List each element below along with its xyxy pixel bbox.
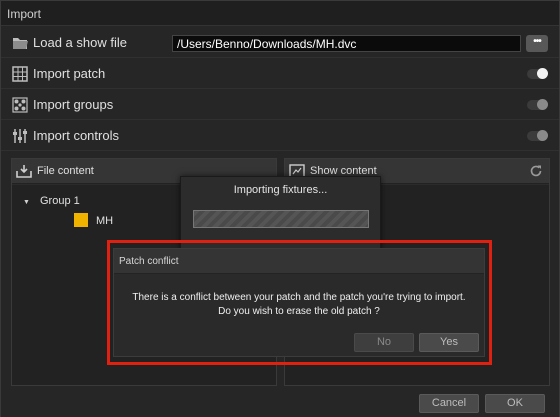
import-controls-toggle[interactable] (527, 130, 548, 141)
fixture-color-swatch (74, 213, 88, 227)
progress-text: Importing fixtures... (233, 184, 328, 196)
tree-group-item[interactable]: Group 1 (40, 195, 80, 207)
import-patch-toggle[interactable] (527, 68, 548, 79)
show-file-path-field[interactable]: /Users/Benno/Downloads/MH.dvc (172, 35, 521, 52)
refresh-icon[interactable] (529, 164, 543, 178)
download-tray-icon (16, 165, 32, 178)
toggle-knob (537, 130, 548, 141)
conflict-message: There is a conflict between your patch a… (114, 291, 484, 319)
dialog-footer: Cancel OK (1, 389, 559, 417)
import-controls-row: Import controls (1, 121, 559, 151)
import-patch-label: Import patch (33, 66, 106, 81)
expand-arrow-icon[interactable]: ▼ (23, 199, 30, 206)
folder-icon (13, 38, 28, 49)
yes-button[interactable]: Yes (419, 333, 479, 352)
file-content-title: File content (37, 165, 94, 177)
import-patch-row: Import patch (1, 59, 559, 89)
conflict-dialog-header: Patch conflict (114, 249, 484, 274)
progress-bar (193, 210, 369, 228)
window-title: Import (7, 7, 42, 21)
import-groups-toggle[interactable] (527, 99, 548, 110)
groups-icon (12, 97, 28, 113)
conflict-message-line2: Do you wish to erase the old patch ? (218, 306, 380, 317)
no-button[interactable]: No (354, 333, 414, 352)
ok-button[interactable]: OK (485, 394, 545, 413)
cancel-button[interactable]: Cancel (419, 394, 479, 413)
load-show-row: Load a show file /Users/Benno/Downloads/… (1, 28, 559, 58)
import-groups-label: Import groups (33, 97, 114, 112)
window-titlebar: Import (1, 1, 559, 26)
patch-conflict-dialog: Patch conflict There is a conflict betwe… (113, 248, 485, 357)
toggle-knob (537, 99, 548, 110)
toggle-knob (537, 68, 548, 79)
patch-grid-icon (12, 66, 28, 82)
browse-button[interactable]: ••• (526, 35, 548, 52)
sliders-icon (13, 129, 27, 143)
conflict-message-line1: There is a conflict between your patch a… (132, 292, 466, 303)
conflict-dialog-title: Patch conflict (119, 256, 179, 267)
tree-fixture-item[interactable]: MH (96, 215, 113, 227)
import-controls-label: Import controls (33, 128, 119, 143)
load-show-label: Load a show file (33, 35, 127, 50)
import-groups-row: Import groups (1, 90, 559, 120)
